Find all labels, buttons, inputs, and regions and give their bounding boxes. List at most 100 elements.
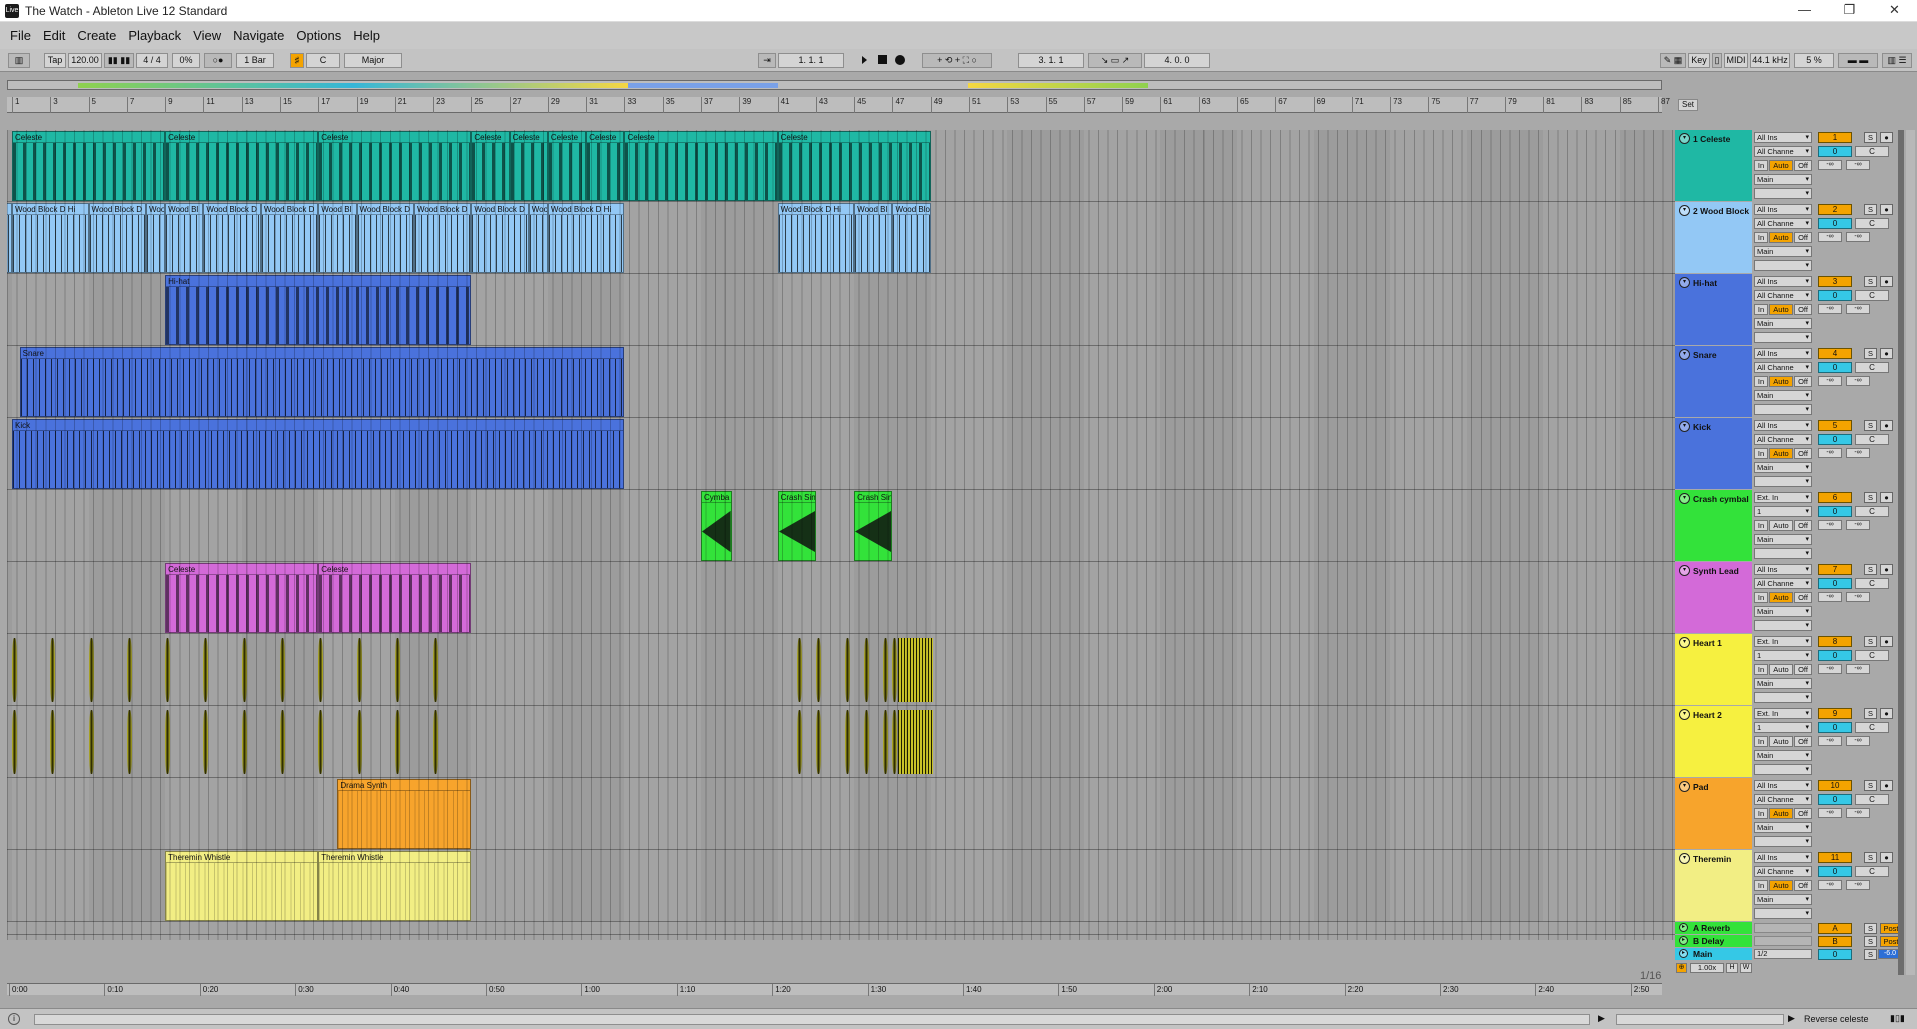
clip[interactable]: Wood Bl (854, 203, 893, 273)
return-track-header[interactable]: ▸ A Reverb (1675, 922, 1752, 934)
track-lane[interactable]: Snare (7, 346, 1675, 418)
solo-button[interactable]: S (1864, 492, 1877, 503)
pan-field[interactable]: C (1855, 218, 1889, 229)
zoom-field[interactable]: 1.00x (1690, 963, 1724, 973)
pan-field[interactable]: C (1855, 290, 1889, 301)
return-track-header[interactable]: ▸ B Delay (1675, 935, 1752, 947)
track-lane[interactable]: Hi-hat (7, 274, 1675, 346)
output-channel-select[interactable] (1754, 692, 1812, 703)
input-type-select[interactable]: Ext. In (1754, 636, 1812, 647)
info-icon[interactable]: i (8, 1013, 20, 1025)
monitor-auto-button[interactable]: Auto (1769, 520, 1793, 531)
send-a-knob[interactable]: -∞ (1818, 808, 1842, 818)
fold-icon[interactable]: ▾ (1679, 781, 1690, 792)
monitor-off-button[interactable]: Off (1794, 376, 1812, 387)
track-header[interactable]: ▾ 2 Wood Block (1675, 202, 1752, 273)
monitor-auto-button[interactable]: Auto (1769, 304, 1793, 315)
clip[interactable]: Wood Block D (260, 203, 319, 273)
output-select[interactable]: Main (1754, 174, 1812, 185)
pan-field[interactable]: C (1855, 434, 1889, 445)
send-b-knob[interactable]: -∞ (1846, 448, 1870, 458)
solo-button[interactable]: S (1864, 564, 1877, 575)
input-channel-select[interactable]: All Channe (1754, 362, 1812, 373)
volume-field[interactable]: 0 (1818, 506, 1852, 517)
output-channel-select[interactable] (1754, 764, 1812, 775)
send-a-knob[interactable]: -∞ (1818, 592, 1842, 602)
output-channel-select[interactable] (1754, 908, 1812, 919)
track-header[interactable]: ▾ 1 Celeste (1675, 130, 1752, 201)
arm-icon[interactable]: ● (1880, 420, 1893, 431)
track-header[interactable]: ▾ Heart 1 (1675, 634, 1752, 705)
send-a-knob[interactable]: -∞ (1818, 160, 1842, 170)
monitor-auto-button[interactable]: Auto (1769, 376, 1793, 387)
monitor-auto-button[interactable]: Auto (1769, 448, 1793, 459)
track-lane[interactable]: Drama Synth (7, 778, 1675, 850)
monitor-off-button[interactable]: Off (1794, 592, 1812, 603)
clip[interactable]: Wood Block D (413, 203, 472, 273)
send-a-knob[interactable]: -∞ (1818, 736, 1842, 746)
song-position-field[interactable]: 1. 1. 1 (778, 53, 844, 68)
volume-field[interactable]: 0 (1818, 866, 1852, 877)
pan-field[interactable]: C (1855, 506, 1889, 517)
clip[interactable]: Celeste (471, 131, 510, 201)
clip[interactable]: Wood Block D Hi (12, 203, 89, 273)
fold-icon[interactable]: ▸ (1679, 936, 1688, 945)
send-b-knob[interactable]: -∞ (1846, 304, 1870, 314)
master-track-header[interactable]: ▸ Main (1675, 948, 1752, 960)
monitor-in-button[interactable]: In (1754, 304, 1768, 315)
track-lane[interactable]: Theremin Whistle Theremin Whistle (7, 850, 1675, 922)
clip[interactable]: Celeste (318, 563, 472, 633)
clip[interactable]: Wood Block D (88, 203, 146, 273)
pan-field[interactable]: C (1855, 866, 1889, 877)
fold-icon[interactable]: ▾ (1679, 277, 1690, 288)
output-select[interactable]: Main (1754, 390, 1812, 401)
input-channel-select[interactable]: All Channe (1754, 290, 1812, 301)
fold-icon[interactable]: ▾ (1679, 133, 1690, 144)
vertical-scrollbar[interactable] (1898, 130, 1904, 975)
output-select[interactable]: Main (1754, 534, 1812, 545)
volume-field[interactable]: 0 (1818, 362, 1852, 373)
loop-start-field[interactable]: 3. 1. 1 (1018, 53, 1084, 68)
monitor-off-button[interactable]: Off (1794, 304, 1812, 315)
menu-create[interactable]: Create (71, 28, 122, 43)
pan-field[interactable]: C (1855, 650, 1889, 661)
track-activator-button[interactable]: 10 (1818, 780, 1852, 791)
clip[interactable]: Wood Block D (203, 203, 261, 273)
track-lane[interactable]: Celeste Celeste (7, 562, 1675, 634)
fold-icon[interactable]: ▸ (1679, 949, 1688, 958)
return-lane[interactable] (7, 922, 1675, 935)
horizontal-scrollbar[interactable] (34, 1014, 1590, 1025)
solo-button[interactable]: S (1864, 708, 1877, 719)
clip[interactable]: Celeste (509, 131, 548, 201)
clip[interactable]: Celeste (165, 131, 319, 201)
monitor-in-button[interactable]: In (1754, 736, 1768, 747)
solo-button[interactable]: S (1864, 936, 1877, 947)
clip[interactable]: Wood Block D Hi (547, 203, 625, 273)
monitor-in-button[interactable]: In (1754, 880, 1768, 891)
track-header[interactable]: ▾ Synth Lead (1675, 562, 1752, 633)
monitor-auto-button[interactable]: Auto (1769, 664, 1793, 675)
output-select[interactable]: Main (1754, 246, 1812, 257)
input-channel-select[interactable]: All Channe (1754, 434, 1812, 445)
scale-root-select[interactable]: C (306, 53, 340, 68)
menu-options[interactable]: Options (290, 28, 347, 43)
solo-button[interactable]: S (1864, 923, 1877, 934)
fold-icon[interactable]: ▾ (1679, 637, 1690, 648)
track-header[interactable]: ▾ Snare (1675, 346, 1752, 417)
output-select[interactable]: Main (1754, 678, 1812, 689)
monitor-in-button[interactable]: In (1754, 448, 1768, 459)
track-activator-button[interactable]: 2 (1818, 204, 1852, 215)
quantization-select[interactable]: 1 Bar (236, 53, 274, 68)
monitor-in-button[interactable]: In (1754, 232, 1768, 243)
pan-field[interactable]: C (1855, 722, 1889, 733)
input-type-select[interactable]: All Ins (1754, 204, 1812, 215)
input-type-select[interactable]: All Ins (1754, 348, 1812, 359)
clip[interactable]: Wood Block D (356, 203, 414, 273)
monitor-off-button[interactable]: Off (1794, 664, 1812, 675)
set-button[interactable]: Set (1678, 99, 1698, 111)
input-type-select[interactable]: Ext. In (1754, 708, 1812, 719)
clip[interactable]: Wood Bloc (892, 203, 931, 273)
master-volume-field[interactable]: 0 (1818, 949, 1852, 960)
height-h-button[interactable]: H (1726, 963, 1738, 973)
track-header[interactable]: ▾ Pad (1675, 778, 1752, 849)
